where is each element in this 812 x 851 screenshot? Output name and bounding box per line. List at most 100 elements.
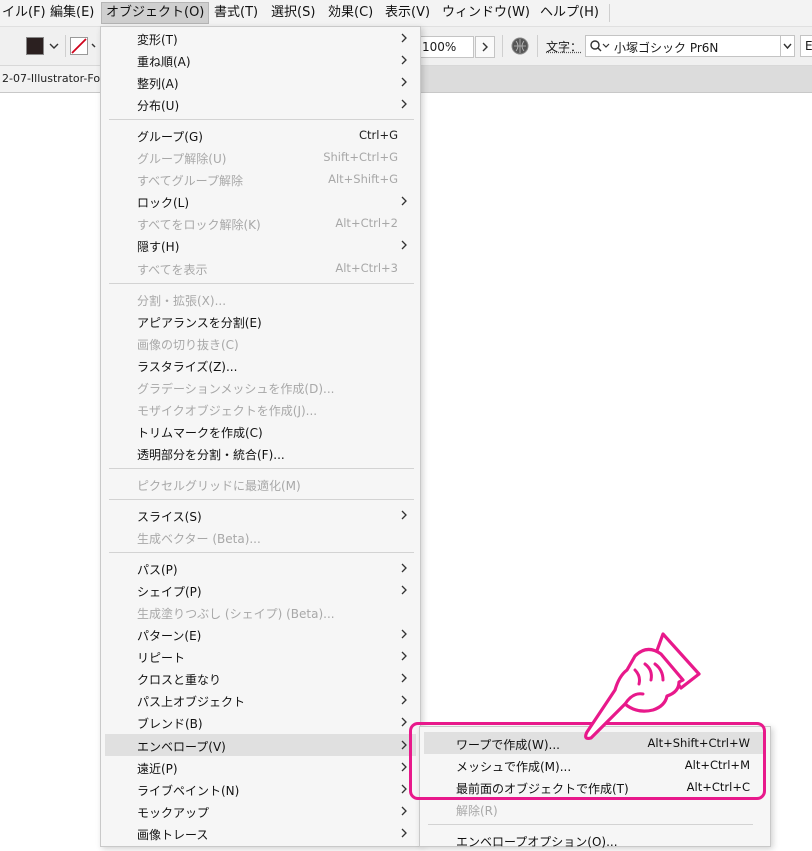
menu-select[interactable]: 選択(S) [267,3,319,23]
globe-icon[interactable] [511,37,529,55]
object-menu-item[interactable]: グループ(G) Ctrl+G [105,124,416,146]
menu-item-label: 画像トレース [137,826,208,843]
menu-item-label: すべてグループ解除 [137,172,243,189]
chevron-right-icon [400,758,408,778]
stroke-dropdown-chevron-down-icon[interactable] [90,37,100,55]
search-icon [589,38,611,57]
menu-item-label: シェイプ(P) [137,583,202,600]
chevron-right-icon [400,669,408,689]
menu-separator [109,119,414,120]
stroke-none-icon[interactable] [70,37,88,55]
menu-bar: イル(F) 編集(E) オブジェクト(O) 書式(T) 選択(S) 効果(C) … [0,0,812,27]
object-menu-item[interactable]: 変形(T) [105,27,416,49]
object-menu-item[interactable]: モックアップ [105,800,416,822]
menu-item-label: パス上オブジェクト [137,693,245,710]
object-menu-item[interactable]: 分布(U) [105,93,416,115]
menu-item-label: パターン(E) [137,627,201,644]
font-family-dropdown-chevron-down-icon[interactable] [781,35,795,57]
menu-item-label: トリムマークを作成(C) [137,424,263,441]
chevron-right-icon [400,73,408,93]
object-menu-item[interactable]: エンベロープ(V) [105,734,416,756]
menu-item-label: ライブペイント(N) [137,782,239,799]
menu-separator [109,499,414,500]
chevron-right-icon [400,236,408,256]
menu-item-label: 遠近(P) [137,760,178,777]
object-menu-item[interactable]: 重ね順(A) [105,49,416,71]
chevron-right-icon [400,780,408,800]
menu-effect[interactable]: 効果(C) [324,3,377,23]
menu-item-label: 生成塗りつぶし (シェイプ) (Beta)... [137,605,335,622]
chevron-right-icon [400,506,408,526]
opacity-field[interactable]: 100% [421,36,474,58]
menu-item-label: 分布(U) [137,97,179,114]
menu-help[interactable]: ヘルプ(H) [536,3,603,23]
font-style-field[interactable]: E [800,35,812,57]
menu-edit[interactable]: 編集(E) [46,3,98,23]
menu-item-label: 隠す(H) [137,238,179,255]
chevron-right-icon [400,625,408,645]
object-menu-item: グループ解除(U) Shift+Ctrl+G [105,146,416,168]
menu-item-shortcut: Shift+Ctrl+G [323,150,398,164]
font-family-field[interactable]: 小塚ゴシック Pr6N [585,35,781,57]
menu-item-label: 変形(T) [137,31,178,48]
chevron-right-icon [400,581,408,601]
menu-item-label: 重ね順(A) [137,53,191,70]
fill-swatch[interactable] [26,37,44,55]
object-menu-item[interactable]: ライブペイント(N) [105,778,416,800]
object-menu-item: ピクセルグリッドに最適化(M) [105,473,416,495]
object-menu-item: 生成ベクター (Beta)... [105,526,416,548]
envelope-submenu-item[interactable]: エンベロープオプション(O)... [424,829,764,851]
menu-separator [428,824,753,825]
font-style-value: E [805,39,812,53]
menu-type[interactable]: 書式(T) [210,3,262,23]
object-menu-item: すべてをロック解除(K) Alt+Ctrl+2 [105,212,416,234]
object-menu-item[interactable]: スライス(S) [105,504,416,526]
object-menu-item[interactable]: ラスタライズ(Z)... [105,354,416,376]
object-menu-item[interactable]: パス(P) [105,557,416,579]
opacity-stepper-chevron-right-icon[interactable] [475,36,495,58]
object-menu-item[interactable]: クロスと重なり [105,667,416,689]
menu-item-label: 透明部分を分割・統合(F)... [137,446,285,463]
object-menu-item: 画像の切り抜き(C) [105,332,416,354]
menu-item-label: すべてを表示 [137,261,207,278]
font-family-value: 小塚ゴシック Pr6N [614,39,718,56]
menu-item-shortcut: Ctrl+G [359,128,398,142]
object-menu-item[interactable]: リピート [105,645,416,667]
object-menu-item[interactable]: 隠す(H) [105,234,416,256]
object-menu-item[interactable]: ロック(L) [105,190,416,212]
chevron-right-icon [400,51,408,71]
object-menu-item: グラデーションメッシュを作成(D)... [105,376,416,398]
object-menu-item: すべてを表示 Alt+Ctrl+3 [105,257,416,279]
object-menu-item[interactable]: 遠近(P) [105,756,416,778]
fill-dropdown-chevron-down-icon[interactable] [47,37,61,55]
divider [537,35,538,57]
object-menu-item[interactable]: トリムマークを作成(C) [105,420,416,442]
character-label[interactable]: 文字： [546,38,582,55]
chevron-right-icon [400,802,408,822]
menu-view[interactable]: 表示(V) [381,3,434,23]
menu-file[interactable]: イル(F) [0,3,50,23]
object-menu-dropdown: 変形(T) 重ね順(A) 整列(A) 分布(U) グループ(G) Ctrl+G グループ解除… [100,26,421,847]
object-menu-item[interactable]: パターン(E) [105,623,416,645]
menu-item-label: すべてをロック解除(K) [137,216,261,233]
object-menu-item[interactable]: シェイプ(P) [105,579,416,601]
menu-item-label: ロック(L) [137,194,189,211]
object-menu-item[interactable]: 透明部分を分割・統合(F)... [105,442,416,464]
object-menu-item: モザイクオブジェクトを作成(J)... [105,398,416,420]
menu-item-label: クロスと重なり [137,671,221,688]
object-menu-item[interactable]: 画像トレース [105,822,416,844]
menu-object[interactable]: オブジェクト(O) [101,2,209,24]
object-menu-item[interactable]: 整列(A) [105,71,416,93]
object-menu-item[interactable]: パス上オブジェクト [105,689,416,711]
chevron-right-icon [400,824,408,844]
object-menu-item[interactable]: アピアランスを分割(E) [105,310,416,332]
menu-item-label: モックアップ [137,804,209,821]
menu-window[interactable]: ウィンドウ(W) [438,3,534,23]
chevron-right-icon [400,691,408,711]
menu-item-label: ピクセルグリッドに最適化(M) [137,477,301,494]
divider [65,35,66,57]
menu-item-label: 画像の切り抜き(C) [137,336,239,353]
document-tab[interactable]: 2-07-Illustrator-For [0,66,102,92]
menu-item-label: 整列(A) [137,75,179,92]
object-menu-item[interactable]: ブレンド(B) [105,711,416,733]
